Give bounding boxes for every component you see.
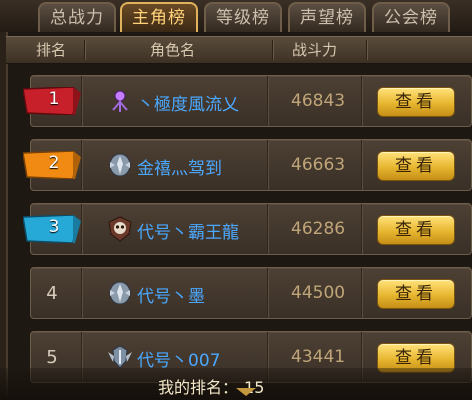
view-button[interactable]: 查看 <box>377 279 455 309</box>
view-button[interactable]: 查看 <box>377 215 455 245</box>
tab-bar: 总战力 主角榜 等级榜 声望榜 公会榜 <box>0 0 472 32</box>
table-row: 3 代号丶霸王龍 46286 查看 <box>23 203 472 255</box>
header-power: 战斗力 <box>292 41 338 59</box>
rank-number: 4 <box>46 283 58 304</box>
column-divider <box>267 268 269 318</box>
column-divider <box>361 204 363 254</box>
power-value: 43441 <box>291 347 346 367</box>
header-divider <box>84 40 86 60</box>
my-rank-label: 我的排名： <box>158 378 239 397</box>
tab-reputation-ranking[interactable]: 声望榜 <box>288 2 366 32</box>
rank-number: 2 <box>48 153 60 173</box>
header-divider <box>272 40 274 60</box>
scroll-down-arrow-icon[interactable] <box>236 388 256 396</box>
column-divider <box>81 204 83 254</box>
skull-shield-icon <box>108 216 132 242</box>
view-button[interactable]: 查看 <box>377 151 455 181</box>
power-value: 44500 <box>291 283 346 303</box>
column-divider <box>267 76 269 126</box>
player-name[interactable]: 丶極度風流乂 <box>137 90 239 115</box>
header-divider <box>366 40 368 60</box>
player-name[interactable]: 代号丶墨 <box>137 282 205 307</box>
rank-number: 3 <box>48 217 60 237</box>
table-row: 4 代号丶墨 44500 查看 <box>30 267 472 319</box>
view-button[interactable]: 查看 <box>377 87 455 117</box>
header-rank: 排名 <box>36 41 67 59</box>
table-header: 排名 角色名 战斗力 <box>6 36 472 64</box>
winged-helmet-icon <box>109 281 131 305</box>
winged-helmet-icon <box>109 153 131 177</box>
rank-number: 5 <box>46 347 58 368</box>
column-divider <box>81 268 83 318</box>
column-divider <box>361 268 363 318</box>
column-divider <box>267 140 269 190</box>
column-divider <box>81 76 83 126</box>
power-value: 46663 <box>291 155 346 175</box>
rank-number: 1 <box>48 89 60 109</box>
power-value: 46843 <box>291 91 346 111</box>
winged-crest-icon <box>108 345 132 369</box>
column-divider <box>81 140 83 190</box>
tab-level-ranking[interactable]: 等级榜 <box>204 2 282 32</box>
column-divider <box>267 204 269 254</box>
player-name[interactable]: 金禧灬驾到 <box>137 154 222 179</box>
tab-total-power[interactable]: 总战力 <box>38 2 116 32</box>
player-name[interactable]: 代号丶霸王龍 <box>137 218 239 243</box>
column-divider <box>361 140 363 190</box>
header-name: 角色名 <box>150 41 196 59</box>
column-divider <box>361 76 363 126</box>
table-row: 1 丶極度風流乂 46843 查看 <box>23 75 472 127</box>
tab-hero-ranking[interactable]: 主角榜 <box>120 2 198 32</box>
mage-staff-icon <box>112 90 128 112</box>
power-value: 46286 <box>291 219 346 239</box>
table-row: 2 金禧灬驾到 46663 查看 <box>23 139 472 191</box>
tab-guild-ranking[interactable]: 公会榜 <box>372 2 450 32</box>
